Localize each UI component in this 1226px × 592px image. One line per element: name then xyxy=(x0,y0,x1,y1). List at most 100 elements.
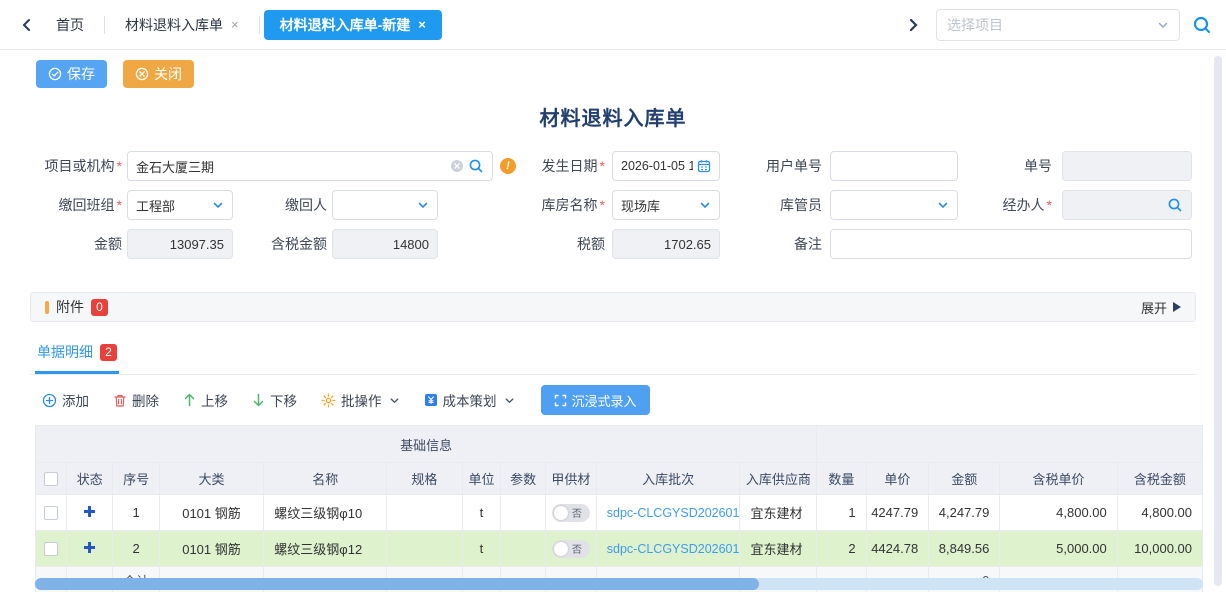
table-row: 20101 钢筋螺纹三级钢φ12t否sdpc-CLCGYSD202601宜东建材… xyxy=(36,531,1203,567)
calendar-icon[interactable] xyxy=(697,159,711,173)
cell-category: 0101 钢筋 xyxy=(159,531,264,567)
column-header-owner_supplied: 甲供材 xyxy=(545,463,596,495)
table-group-header-row: 基础信息 xyxy=(36,426,1203,463)
tax-amount-label: 含税金额 xyxy=(237,229,327,259)
form-action-bar: 保存 关闭 xyxy=(0,50,1226,88)
tab-material-return-new[interactable]: 材料退料入库单-新建 × xyxy=(264,10,442,40)
user-no-input[interactable] xyxy=(839,159,949,174)
project-input[interactable] xyxy=(136,159,446,174)
move-up-button[interactable]: 上移 xyxy=(183,390,228,410)
cell-qty: 1 xyxy=(817,495,866,531)
cell-status xyxy=(67,495,113,531)
row-checkbox-cell xyxy=(36,495,67,531)
doc-no-label: 单号 xyxy=(942,151,1052,181)
return-team-select[interactable]: 工程部 xyxy=(127,190,233,220)
batch-link[interactable]: sdpc-CLCGYSD202601 xyxy=(607,542,740,556)
section-marker-icon xyxy=(45,301,49,314)
batch-link[interactable]: sdpc-CLCGYSD202601 xyxy=(607,506,740,520)
cell-spec xyxy=(387,531,463,567)
cell-amount: 4,247.79 xyxy=(929,495,1000,531)
return-person-label: 缴回人 xyxy=(237,190,327,220)
close-tab-icon[interactable]: × xyxy=(418,17,426,32)
clear-icon[interactable] xyxy=(450,159,464,173)
column-header-status: 状态 xyxy=(67,463,113,495)
chevron-down-icon xyxy=(389,395,400,406)
cell-unit: t xyxy=(462,531,501,567)
owner-supplied-toggle[interactable]: 否 xyxy=(552,504,590,522)
search-icon[interactable] xyxy=(468,158,484,174)
tab-divider xyxy=(104,16,105,34)
detail-tab-bar: 单据明细 2 xyxy=(30,338,1196,375)
tabs-scroll-right-icon[interactable] xyxy=(900,10,926,40)
owner-supplied-toggle[interactable]: 否 xyxy=(552,540,590,558)
attachment-count-badge: 0 xyxy=(91,299,108,316)
table-group-header: 基础信息 xyxy=(36,426,817,463)
cost-planning-menu[interactable]: 成本策划 xyxy=(424,390,515,410)
cell-param xyxy=(501,531,546,567)
row-checkbox[interactable] xyxy=(44,542,58,556)
row-checkbox[interactable] xyxy=(44,506,58,520)
column-header-param: 参数 xyxy=(501,463,546,495)
row-checkbox-cell xyxy=(36,531,67,567)
column-header-seq: 序号 xyxy=(113,463,159,495)
cell-qty: 2 xyxy=(817,531,866,567)
batch-ops-menu[interactable]: 批操作 xyxy=(321,390,400,410)
tax-input xyxy=(621,237,711,252)
table-row: 10101 钢筋螺纹三级钢φ10t否sdpc-CLCGYSD202601宜东建材… xyxy=(36,495,1203,531)
warehouse-select[interactable]: 现场库 xyxy=(612,190,720,220)
detail-count-badge: 2 xyxy=(100,344,117,361)
detail-toolbar: 添加 删除 上移 下移 批操作 成本策划 沉浸式录入 xyxy=(0,375,1226,425)
close-button[interactable]: 关闭 xyxy=(123,60,194,88)
add-button[interactable]: 添加 xyxy=(42,390,89,410)
date-field[interactable] xyxy=(612,151,720,181)
plus-circle-icon xyxy=(42,393,57,408)
project-select[interactable]: 选择项目 xyxy=(936,9,1180,41)
handler-field[interactable] xyxy=(1062,190,1192,220)
move-down-button[interactable]: 下移 xyxy=(252,390,297,410)
remark-input[interactable] xyxy=(839,237,1183,252)
gear-icon xyxy=(321,393,336,408)
detail-table: 基础信息状态序号大类名称规格单位参数甲供材入库批次入库供应商数量单价金额含税单价… xyxy=(35,425,1203,592)
cell-owner-supplied: 否 xyxy=(545,531,596,567)
project-select-placeholder: 选择项目 xyxy=(947,15,1151,35)
chevron-down-icon xyxy=(504,395,515,406)
cell-batch: sdpc-CLCGYSD202601 xyxy=(596,495,740,531)
horizontal-scrollbar-track[interactable] xyxy=(35,578,1203,590)
column-header-unit: 单位 xyxy=(462,463,501,495)
cell-tax_amount: 4,800.00 xyxy=(1117,495,1202,531)
user-no-field[interactable] xyxy=(830,151,958,181)
immersive-entry-button[interactable]: 沉浸式录入 xyxy=(541,385,650,415)
cost-planning-icon xyxy=(424,393,438,407)
column-header-price: 单价 xyxy=(866,463,929,495)
project-label: 项目或机构* xyxy=(10,151,122,181)
expand-button[interactable]: 展开 xyxy=(1141,298,1181,317)
vertical-scrollbar-thumb[interactable] xyxy=(1214,56,1222,586)
table-header-row: 状态序号大类名称规格单位参数甲供材入库批次入库供应商数量单价金额含税单价含税金额 xyxy=(36,463,1203,495)
toggle-knob xyxy=(554,506,568,520)
delete-button[interactable]: 删除 xyxy=(113,390,159,410)
remark-field[interactable] xyxy=(830,229,1192,259)
tabs-scroll-left-icon[interactable] xyxy=(14,10,40,40)
tab-material-return-list[interactable]: 材料退料入库单 × xyxy=(109,10,255,40)
horizontal-scrollbar-thumb[interactable] xyxy=(35,578,759,590)
toggle-knob xyxy=(554,542,568,556)
search-icon[interactable] xyxy=(1192,15,1212,35)
column-header-tax_price: 含税单价 xyxy=(1000,463,1117,495)
search-icon[interactable] xyxy=(1167,197,1183,213)
cell-name: 螺纹三级钢φ12 xyxy=(264,531,387,567)
tab-detail-lines[interactable]: 单据明细 2 xyxy=(35,338,119,374)
column-header-supplier: 入库供应商 xyxy=(740,463,817,495)
save-button[interactable]: 保存 xyxy=(36,60,107,88)
date-input[interactable] xyxy=(621,159,693,173)
add-row-icon[interactable] xyxy=(83,505,96,518)
expand-triangle-icon xyxy=(1173,302,1181,312)
add-row-icon[interactable] xyxy=(83,541,96,554)
warehouse-keeper-select[interactable] xyxy=(830,190,958,220)
cell-supplier: 宜东建材 xyxy=(740,495,817,531)
amount-input xyxy=(136,237,224,252)
select-all-checkbox[interactable] xyxy=(44,472,58,486)
tab-home[interactable]: 首页 xyxy=(40,10,100,40)
return-person-select[interactable] xyxy=(332,190,438,220)
project-field[interactable] xyxy=(127,151,493,181)
close-tab-icon[interactable]: × xyxy=(231,17,239,32)
